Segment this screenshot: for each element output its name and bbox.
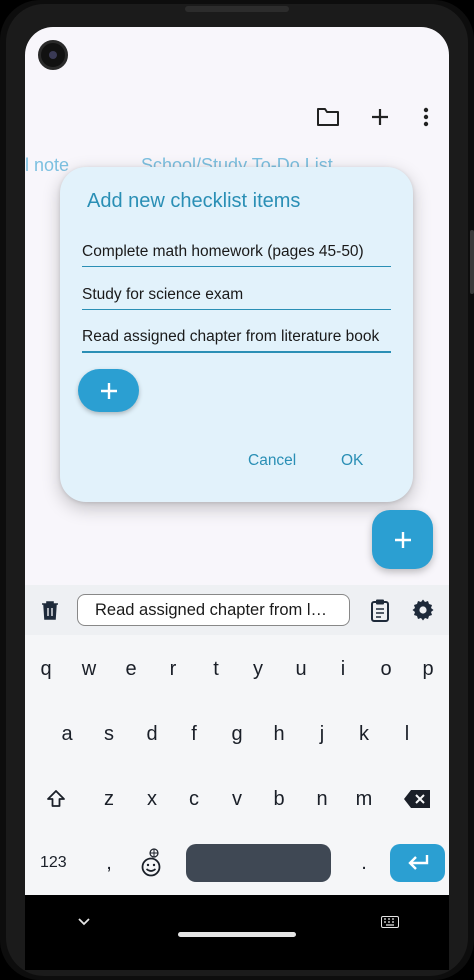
backspace-icon bbox=[404, 790, 430, 808]
speaker-grille bbox=[185, 6, 289, 12]
dialog-title: Add new checklist items bbox=[87, 190, 301, 212]
keyboard-suggestion-bar: Read assigned chapter from l… bbox=[25, 585, 449, 635]
home-gesture-handle[interactable] bbox=[178, 932, 296, 937]
period-key[interactable]: . bbox=[348, 843, 380, 883]
key-q[interactable]: q bbox=[30, 649, 62, 689]
key-a[interactable]: a bbox=[51, 714, 83, 754]
key-l[interactable]: l bbox=[391, 714, 423, 754]
add-item-fab[interactable] bbox=[372, 510, 433, 569]
key-c[interactable]: c bbox=[178, 779, 210, 819]
emoji-globe-icon bbox=[141, 848, 161, 877]
enter-icon bbox=[407, 855, 428, 870]
folder-icon[interactable] bbox=[314, 103, 342, 131]
system-navigation-bar bbox=[25, 895, 449, 970]
key-i[interactable]: i bbox=[327, 649, 359, 689]
emoji-key[interactable] bbox=[136, 843, 168, 883]
plus-icon bbox=[100, 382, 117, 399]
key-w[interactable]: w bbox=[73, 649, 105, 689]
key-z[interactable]: z bbox=[93, 779, 125, 819]
ok-button[interactable]: OK bbox=[341, 452, 363, 470]
comma-key[interactable]: , bbox=[93, 843, 125, 883]
add-checklist-dialog: Add new checklist items Complete math ho… bbox=[60, 167, 413, 502]
clipboard-icon[interactable] bbox=[367, 597, 393, 623]
backspace-key[interactable] bbox=[400, 779, 434, 819]
key-b[interactable]: b bbox=[263, 779, 295, 819]
key-n[interactable]: n bbox=[306, 779, 338, 819]
cancel-button[interactable]: Cancel bbox=[248, 452, 296, 470]
plus-icon bbox=[394, 531, 411, 548]
key-s[interactable]: s bbox=[93, 714, 125, 754]
key-f[interactable]: f bbox=[178, 714, 210, 754]
shift-key[interactable] bbox=[40, 779, 72, 819]
shift-icon bbox=[47, 790, 65, 807]
key-v[interactable]: v bbox=[221, 779, 253, 819]
key-t[interactable]: t bbox=[200, 649, 232, 689]
phone-frame: l note School/Study To-Do List Add new c… bbox=[0, 0, 474, 980]
settings-gear-icon[interactable] bbox=[410, 597, 436, 623]
trash-icon[interactable] bbox=[38, 598, 62, 622]
tab-other-note[interactable]: l note bbox=[25, 155, 69, 176]
clipboard-suggestion-chip[interactable]: Read assigned chapter from l… bbox=[77, 594, 350, 626]
add-note-icon[interactable] bbox=[366, 103, 394, 131]
key-x[interactable]: x bbox=[136, 779, 168, 819]
enter-key[interactable] bbox=[390, 844, 445, 882]
key-e[interactable]: e bbox=[115, 649, 147, 689]
key-p[interactable]: p bbox=[412, 649, 444, 689]
keyboard-switch-icon[interactable] bbox=[379, 914, 401, 930]
numbers-key[interactable]: 123 bbox=[40, 854, 67, 872]
key-y[interactable]: y bbox=[242, 649, 274, 689]
key-r[interactable]: r bbox=[157, 649, 189, 689]
key-k[interactable]: k bbox=[348, 714, 380, 754]
key-o[interactable]: o bbox=[370, 649, 402, 689]
spacebar[interactable] bbox=[186, 844, 331, 882]
key-u[interactable]: u bbox=[285, 649, 317, 689]
key-h[interactable]: h bbox=[263, 714, 295, 754]
screen: l note School/Study To-Do List Add new c… bbox=[25, 27, 449, 970]
add-item-button[interactable] bbox=[78, 369, 139, 412]
key-d[interactable]: d bbox=[136, 714, 168, 754]
key-j[interactable]: j bbox=[306, 714, 338, 754]
checklist-item-input-3[interactable]: Read assigned chapter from literature bo… bbox=[82, 323, 391, 353]
front-camera bbox=[38, 40, 68, 70]
more-options-icon[interactable] bbox=[412, 103, 440, 131]
hide-keyboard-chevron-icon[interactable] bbox=[74, 915, 94, 929]
volume-button bbox=[470, 230, 474, 294]
key-g[interactable]: g bbox=[221, 714, 253, 754]
key-m[interactable]: m bbox=[348, 779, 380, 819]
on-screen-keyboard: q w e r t y u i o p a s d f g h j k l z … bbox=[25, 635, 449, 895]
checklist-item-input-1[interactable]: Complete math homework (pages 45-50) bbox=[82, 237, 391, 267]
checklist-item-input-2[interactable]: Study for science exam bbox=[82, 280, 391, 310]
